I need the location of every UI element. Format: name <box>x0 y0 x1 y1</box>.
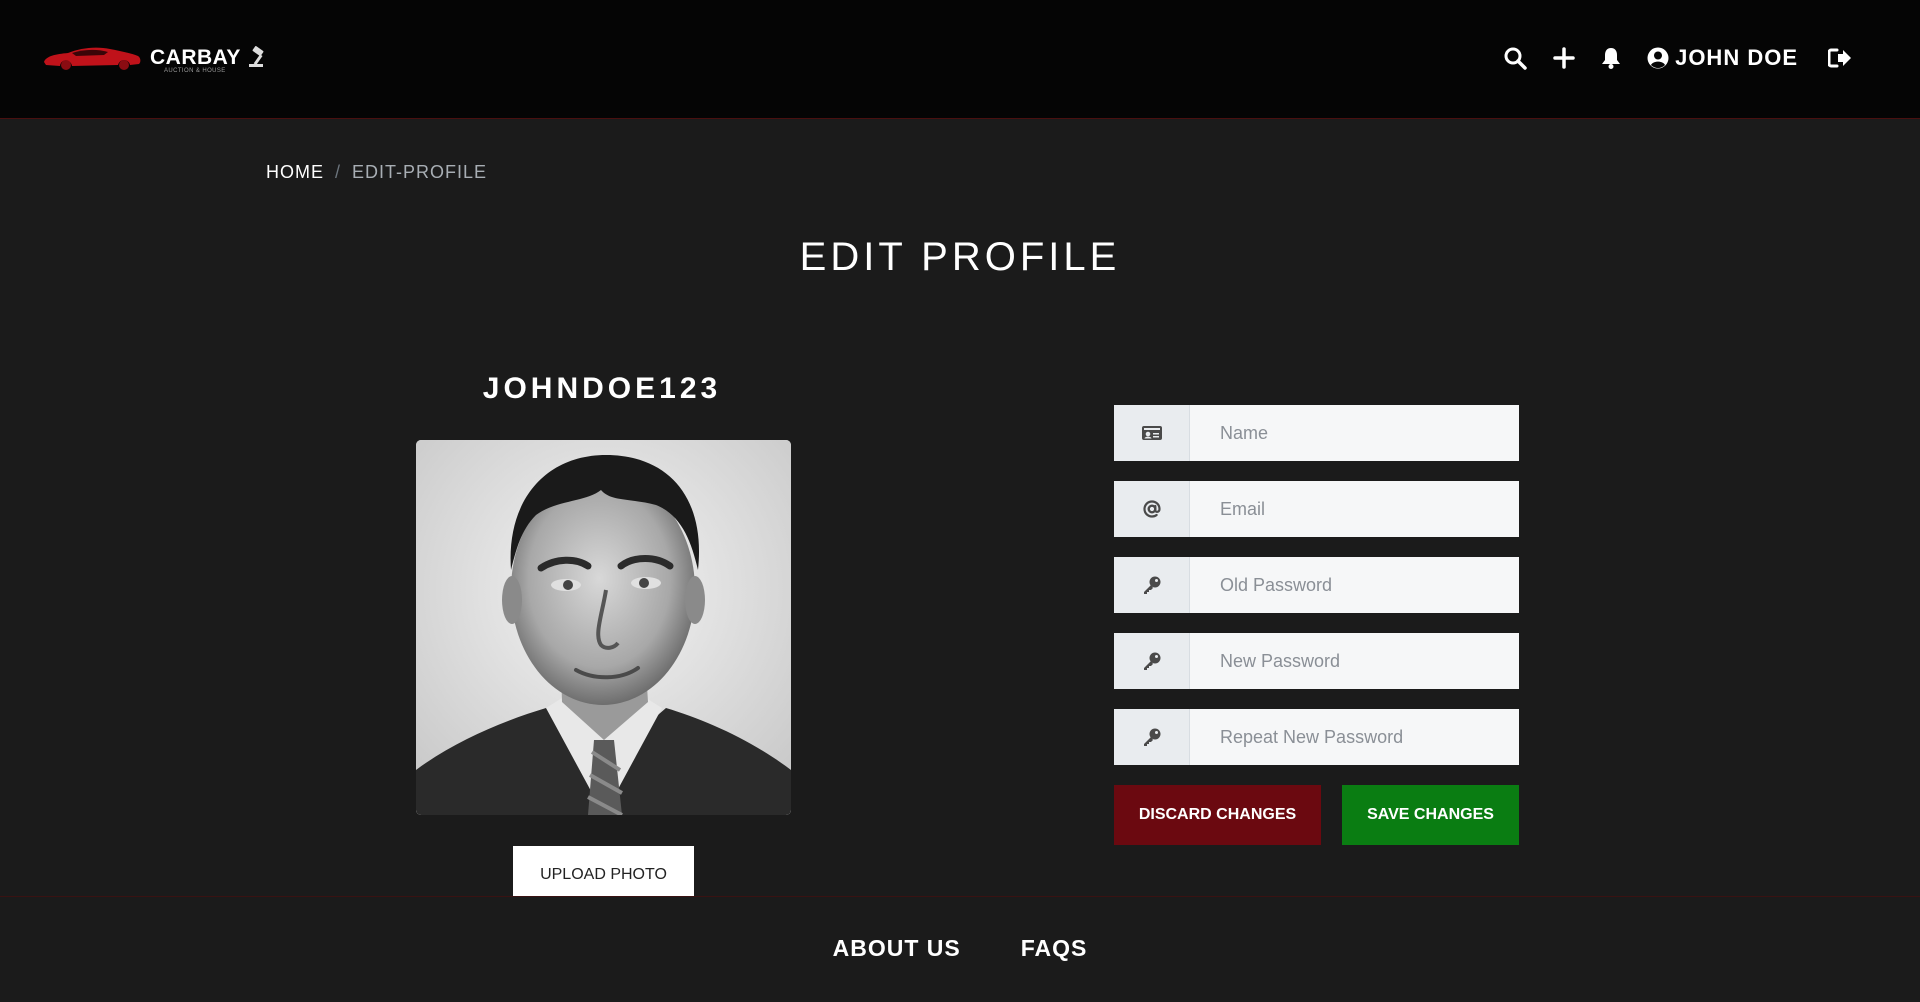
sign-out-icon[interactable] <box>1828 48 1852 68</box>
user-name: JOHN DOE <box>1675 45 1798 70</box>
footer-link-about-us[interactable]: ABOUT US <box>833 935 961 962</box>
save-changes-button[interactable]: SAVE CHANGES <box>1342 785 1519 845</box>
profile-photo <box>416 440 791 815</box>
email-field-group <box>1114 481 1519 537</box>
footer-link-faqs[interactable]: FAQS <box>1021 935 1088 962</box>
breadcrumb: HOME / EDIT-PROFILE <box>266 162 487 183</box>
brand-tagline: AUCTION & HOUSE <box>164 68 226 74</box>
brand-logo[interactable]: CARBAY AUCTION & HOUSE <box>42 42 282 78</box>
name-input[interactable] <box>1190 405 1519 461</box>
new-password-input[interactable] <box>1190 633 1519 689</box>
breadcrumb-current: EDIT-PROFILE <box>352 162 488 182</box>
plus-icon[interactable] <box>1553 47 1575 69</box>
page-title: EDIT PROFILE <box>799 235 1121 279</box>
key-icon <box>1114 557 1190 613</box>
profile-username: JOHNDOE123 <box>482 372 722 405</box>
nav-actions: JOHN DOE <box>1503 44 1852 72</box>
id-card-icon <box>1114 405 1190 461</box>
at-icon <box>1114 481 1190 537</box>
key-icon <box>1114 709 1190 765</box>
car-logo-icon <box>44 47 141 70</box>
name-field-group <box>1114 405 1519 461</box>
repeat-new-password-input[interactable] <box>1190 709 1519 765</box>
user-menu[interactable]: JOHN DOE <box>1647 45 1798 71</box>
footer: ABOUT US FAQS <box>0 896 1920 1002</box>
breadcrumb-home-link[interactable]: HOME <box>266 162 324 183</box>
edit-profile-form: DISCARD CHANGES SAVE CHANGES <box>1114 405 1519 845</box>
old-password-input[interactable] <box>1190 557 1519 613</box>
search-icon[interactable] <box>1503 46 1527 70</box>
footer-links: ABOUT US FAQS <box>0 935 1920 962</box>
user-circle-icon <box>1647 47 1669 69</box>
brand-name: CARBAY <box>150 46 241 69</box>
top-navbar: CARBAY AUCTION & HOUSE JOHN DOE <box>0 0 1920 119</box>
form-actions: DISCARD CHANGES SAVE CHANGES <box>1114 785 1519 845</box>
breadcrumb-separator: / <box>335 162 342 182</box>
gavel-icon <box>249 46 264 67</box>
old-password-field-group <box>1114 557 1519 613</box>
repeat-password-field-group <box>1114 709 1519 765</box>
discard-changes-button[interactable]: DISCARD CHANGES <box>1114 785 1321 845</box>
upload-photo-button[interactable]: UPLOAD PHOTO <box>513 846 694 896</box>
email-input[interactable] <box>1190 481 1519 537</box>
key-icon <box>1114 633 1190 689</box>
new-password-field-group <box>1114 633 1519 689</box>
bell-icon[interactable] <box>1601 47 1621 69</box>
